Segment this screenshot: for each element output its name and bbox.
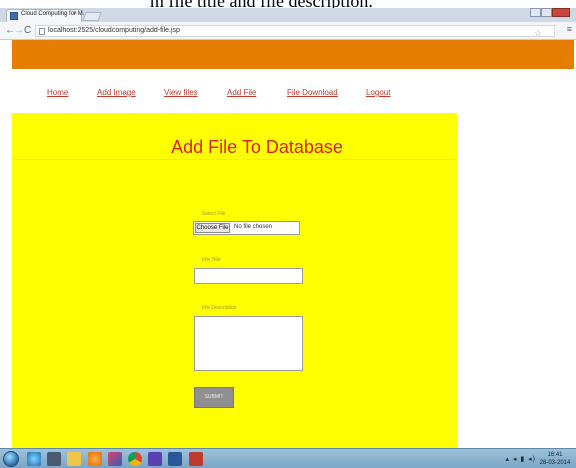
file-description-label: File Description [202,305,237,311]
reload-icon[interactable]: C [24,25,31,36]
file-title-label: File Title [202,257,221,263]
tab-title: Cloud Computing for M... [21,11,88,17]
favicon-icon [10,12,18,20]
site-header-bar [12,40,574,69]
bookmark-star-icon[interactable]: ☆ [534,28,542,39]
app-icon[interactable] [108,452,122,466]
chrome-icon[interactable] [128,452,142,466]
media-icon[interactable] [47,452,61,466]
new-tab-button[interactable] [82,12,102,21]
choose-file-button[interactable]: Choose File [195,223,230,233]
file-input[interactable]: Choose File No file chosen [193,221,300,235]
close-window-button[interactable] [552,8,570,17]
taskbar: ▴ ◂ ▮ ◂) 16:41 28-03-2014 [0,448,576,468]
page-title: Add File To Database [171,137,343,157]
clock[interactable]: 16:41 28-03-2014 [538,451,572,467]
file-status-text: No file chosen [234,224,273,230]
nav-link-add-file[interactable]: Add File [227,88,256,97]
pdf-icon[interactable] [189,452,203,466]
start-button[interactable] [3,451,19,467]
clock-time: 16:41 [547,452,563,458]
nav-link-file-download[interactable]: File Download [287,88,338,97]
media-player-icon[interactable] [88,452,102,466]
nav-link-logout[interactable]: Logout [366,88,390,97]
select-file-label: Select File [202,211,226,217]
address-bar[interactable]: localhost:2525/cloudcomputing/add-file.j… [35,25,555,39]
folder-icon[interactable] [67,452,81,466]
forward-arrow-icon[interactable]: → [14,25,24,36]
title-divider [12,159,457,160]
screen: m file title and file description. Cloud… [0,0,576,468]
file-title-input[interactable] [194,268,303,284]
tab-close-icon[interactable]: × [73,11,77,17]
system-tray-icons[interactable]: ▴ ◂ ▮ ◂) [505,455,536,463]
document-icon[interactable] [168,452,182,466]
minimize-button[interactable] [530,8,541,17]
browser-tab[interactable]: Cloud Computing for M... × [6,9,88,22]
submit-button[interactable]: SUBMIT [194,387,234,408]
browser-menu-icon[interactable]: ≡ [567,24,572,34]
maximize-button[interactable] [541,8,552,17]
address-url[interactable]: localhost:2525/cloudcomputing/add-file.j… [48,27,180,34]
clock-date: 28-03-2014 [539,460,571,466]
browser-toolbar: ← → C localhost:2525/cloudcomputing/add-… [0,22,576,40]
file-description-textarea[interactable] [194,316,303,371]
visual-studio-icon[interactable] [148,452,162,466]
nav-link-view-files[interactable]: View files [164,88,198,97]
internet-explorer-icon[interactable] [27,452,41,466]
window-controls [530,8,570,18]
add-file-panel: Add File To Database Select File Choose … [12,113,457,448]
nav-link-home[interactable]: Home [47,88,68,97]
browser-titlebar: Cloud Computing for M... × [0,8,576,22]
nav-link-add-image[interactable]: Add Image [97,88,136,97]
page-icon [39,28,45,35]
site-nav: Home Add Image View files Add File File … [0,88,576,100]
